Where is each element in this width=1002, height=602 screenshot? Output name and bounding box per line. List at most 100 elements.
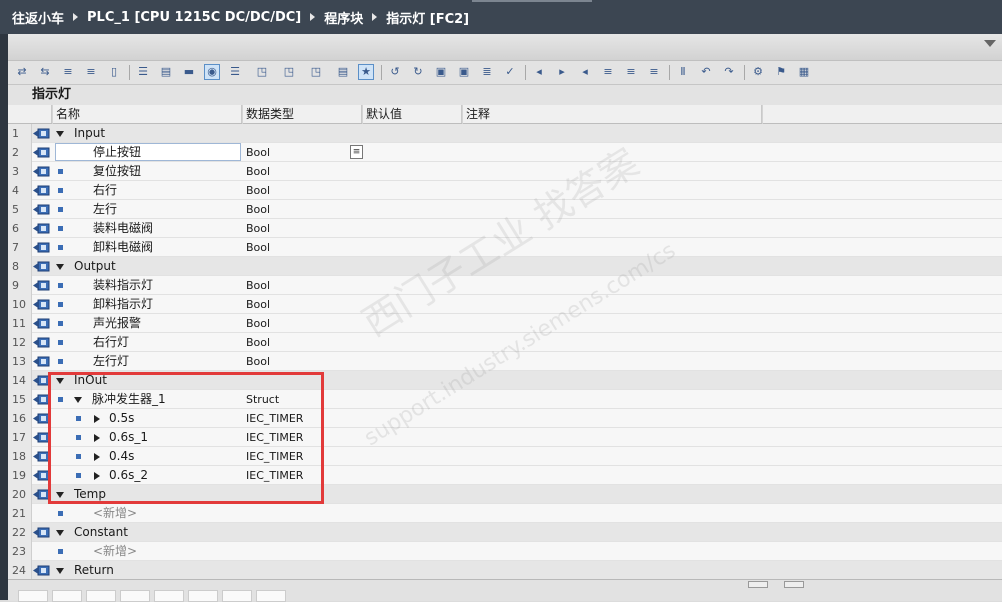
data-type-cell[interactable]: Bool (246, 200, 362, 219)
data-type-cell[interactable]: Bool (246, 295, 362, 314)
toolbar-button-icon[interactable]: ◂ (531, 64, 547, 80)
scroll-down-button[interactable] (784, 581, 804, 588)
bottom-tab[interactable] (256, 590, 286, 602)
toolbar-button-icon[interactable]: ▤ (158, 64, 174, 80)
toolbar-button-icon[interactable]: ≣ (479, 64, 495, 80)
bottom-tab[interactable] (222, 590, 252, 602)
toolbar-button-icon[interactable]: ▬ (181, 64, 197, 80)
parameter-name[interactable]: 右行 (93, 181, 117, 200)
data-type-cell[interactable]: Bool (246, 333, 362, 352)
toolbar-button-icon[interactable]: ↻ (410, 64, 426, 80)
toolbar-button-icon[interactable]: ▣ (433, 64, 449, 80)
add-new-label: <新增> (93, 506, 138, 520)
toolbar-button-icon[interactable]: Ⅱ (675, 64, 691, 80)
toolbar-button-icon[interactable]: ⚙ (750, 64, 766, 80)
section-name[interactable]: Constant (56, 523, 128, 542)
section-name[interactable]: Return (56, 561, 114, 579)
interface-parameter-icon (33, 356, 50, 367)
parameter-label: 右行灯 (93, 335, 130, 349)
bottom-tab[interactable] (18, 590, 48, 602)
header-data-type[interactable]: 数据类型 (242, 105, 362, 123)
collapse-arrow-icon[interactable] (56, 130, 64, 137)
scroll-up-button[interactable] (748, 581, 768, 588)
section-name[interactable]: Output (56, 257, 116, 276)
header-name[interactable]: 名称 (52, 105, 242, 123)
toolbar-button-icon[interactable]: ☰ (227, 64, 243, 80)
toolbar-button-icon[interactable]: ◳ (281, 64, 297, 80)
toolbar-button-icon[interactable]: ★ (358, 64, 374, 80)
toolbar-button-icon[interactable]: ✓ (502, 64, 518, 80)
table-row[interactable]: 11 声光报警 Bool (8, 314, 1002, 333)
parameter-name[interactable]: 声光报警 (93, 314, 141, 333)
section-row[interactable]: 22 Constant (8, 523, 1002, 542)
toolbar-button-icon[interactable]: ◳ (308, 64, 324, 80)
data-type-cell[interactable]: Bool (246, 238, 362, 257)
table-row[interactable]: 2 停止按钮 Bool ≡ (8, 143, 1002, 162)
breadcrumb-item[interactable]: 程序块 (324, 8, 363, 27)
section-row[interactable]: 1 Input (8, 124, 1002, 143)
parameter-name[interactable]: 卸料电磁阀 (93, 238, 153, 257)
data-type-cell[interactable]: Bool (246, 352, 362, 371)
toolbar-button-icon[interactable]: ≡ (623, 64, 639, 80)
breadcrumb-item[interactable]: PLC_1 [CPU 1215C DC/DC/DC] (87, 10, 301, 25)
toolbar-button-icon[interactable]: ▤ (335, 64, 351, 80)
data-type-cell[interactable]: Bool (246, 143, 362, 162)
table-row[interactable]: 4 右行 Bool (8, 181, 1002, 200)
toolbar-button-icon[interactable]: ◉ (204, 64, 220, 80)
collapse-arrow-icon[interactable] (56, 567, 64, 574)
collapse-arrow-icon[interactable] (56, 263, 64, 270)
toolbar-button-icon[interactable]: ≡ (60, 64, 76, 80)
toolbar-button-icon[interactable]: ☰ (135, 64, 151, 80)
bottom-tab[interactable] (52, 590, 82, 602)
header-comment[interactable]: 注释 (462, 105, 762, 123)
toolbar-button-icon[interactable]: ▯ (106, 64, 122, 80)
data-type-picker-icon[interactable]: ≡ (350, 145, 363, 159)
toolbar-button-icon[interactable]: ↺ (387, 64, 403, 80)
bottom-tab[interactable] (154, 590, 184, 602)
bottom-tab[interactable] (188, 590, 218, 602)
collapse-icon[interactable] (984, 40, 996, 47)
parameter-name[interactable]: 左行 (93, 200, 117, 219)
data-type-cell[interactable]: Bool (246, 314, 362, 333)
section-row[interactable]: 24 Return (8, 561, 1002, 579)
toolbar-button-icon[interactable]: ⇆ (37, 64, 53, 80)
parameter-name[interactable]: 停止按钮 (93, 143, 141, 162)
table-row[interactable]: 21 <新增> (8, 504, 1002, 523)
selected-name-cell[interactable] (55, 143, 241, 161)
toolbar-button-icon[interactable]: ≡ (83, 64, 99, 80)
toolbar-button-icon[interactable]: ↷ (721, 64, 737, 80)
table-row[interactable]: 3 复位按钮 Bool (8, 162, 1002, 181)
parameter-name[interactable]: 左行灯 (93, 352, 129, 371)
section-name[interactable]: Input (56, 124, 105, 143)
parameter-name[interactable]: 装料电磁阀 (93, 219, 153, 238)
toolbar-button-icon[interactable]: ↶ (698, 64, 714, 80)
add-new-entry[interactable]: <新增> (93, 542, 137, 561)
toolbar-button-icon[interactable]: ⇄ (14, 64, 30, 80)
parameter-name[interactable]: 卸料指示灯 (93, 295, 153, 314)
header-default-value[interactable]: 默认值 (362, 105, 462, 123)
breadcrumb-item[interactable]: 指示灯 [FC2] (386, 8, 469, 27)
data-type-cell[interactable]: Bool (246, 219, 362, 238)
parameter-name[interactable]: 右行灯 (93, 333, 129, 352)
data-type-cell[interactable]: Bool (246, 162, 362, 181)
toolbar-button-icon[interactable]: ⚑ (773, 64, 789, 80)
breadcrumb-item[interactable]: 往返小车 (12, 8, 64, 27)
toolbar-button-icon[interactable]: ≡ (600, 64, 616, 80)
data-type-cell[interactable]: Bool (246, 276, 362, 295)
toolbar-button-icon[interactable]: ◳ (254, 64, 270, 80)
parameter-name[interactable]: 复位按钮 (93, 162, 141, 181)
toolbar-button-icon[interactable]: ≡ (646, 64, 662, 80)
toolbar-button-icon[interactable]: ▣ (456, 64, 472, 80)
collapse-arrow-icon[interactable] (56, 529, 64, 536)
add-new-entry[interactable]: <新增> (93, 504, 137, 523)
data-type-cell[interactable]: Bool (246, 181, 362, 200)
parameter-name[interactable]: 装料指示灯 (93, 276, 153, 295)
toolbar-button-icon[interactable]: ▦ (796, 64, 812, 80)
bottom-tab[interactable] (120, 590, 150, 602)
bottom-tab[interactable] (86, 590, 116, 602)
table-row[interactable]: 23 <新增> (8, 542, 1002, 561)
toolbar-button-icon[interactable]: ▸ (554, 64, 570, 80)
table-row[interactable]: 10 卸料指示灯 Bool (8, 295, 1002, 314)
toolbar-button-icon[interactable]: ◂ (577, 64, 593, 80)
table-row[interactable]: 9 装料指示灯 Bool (8, 276, 1002, 295)
